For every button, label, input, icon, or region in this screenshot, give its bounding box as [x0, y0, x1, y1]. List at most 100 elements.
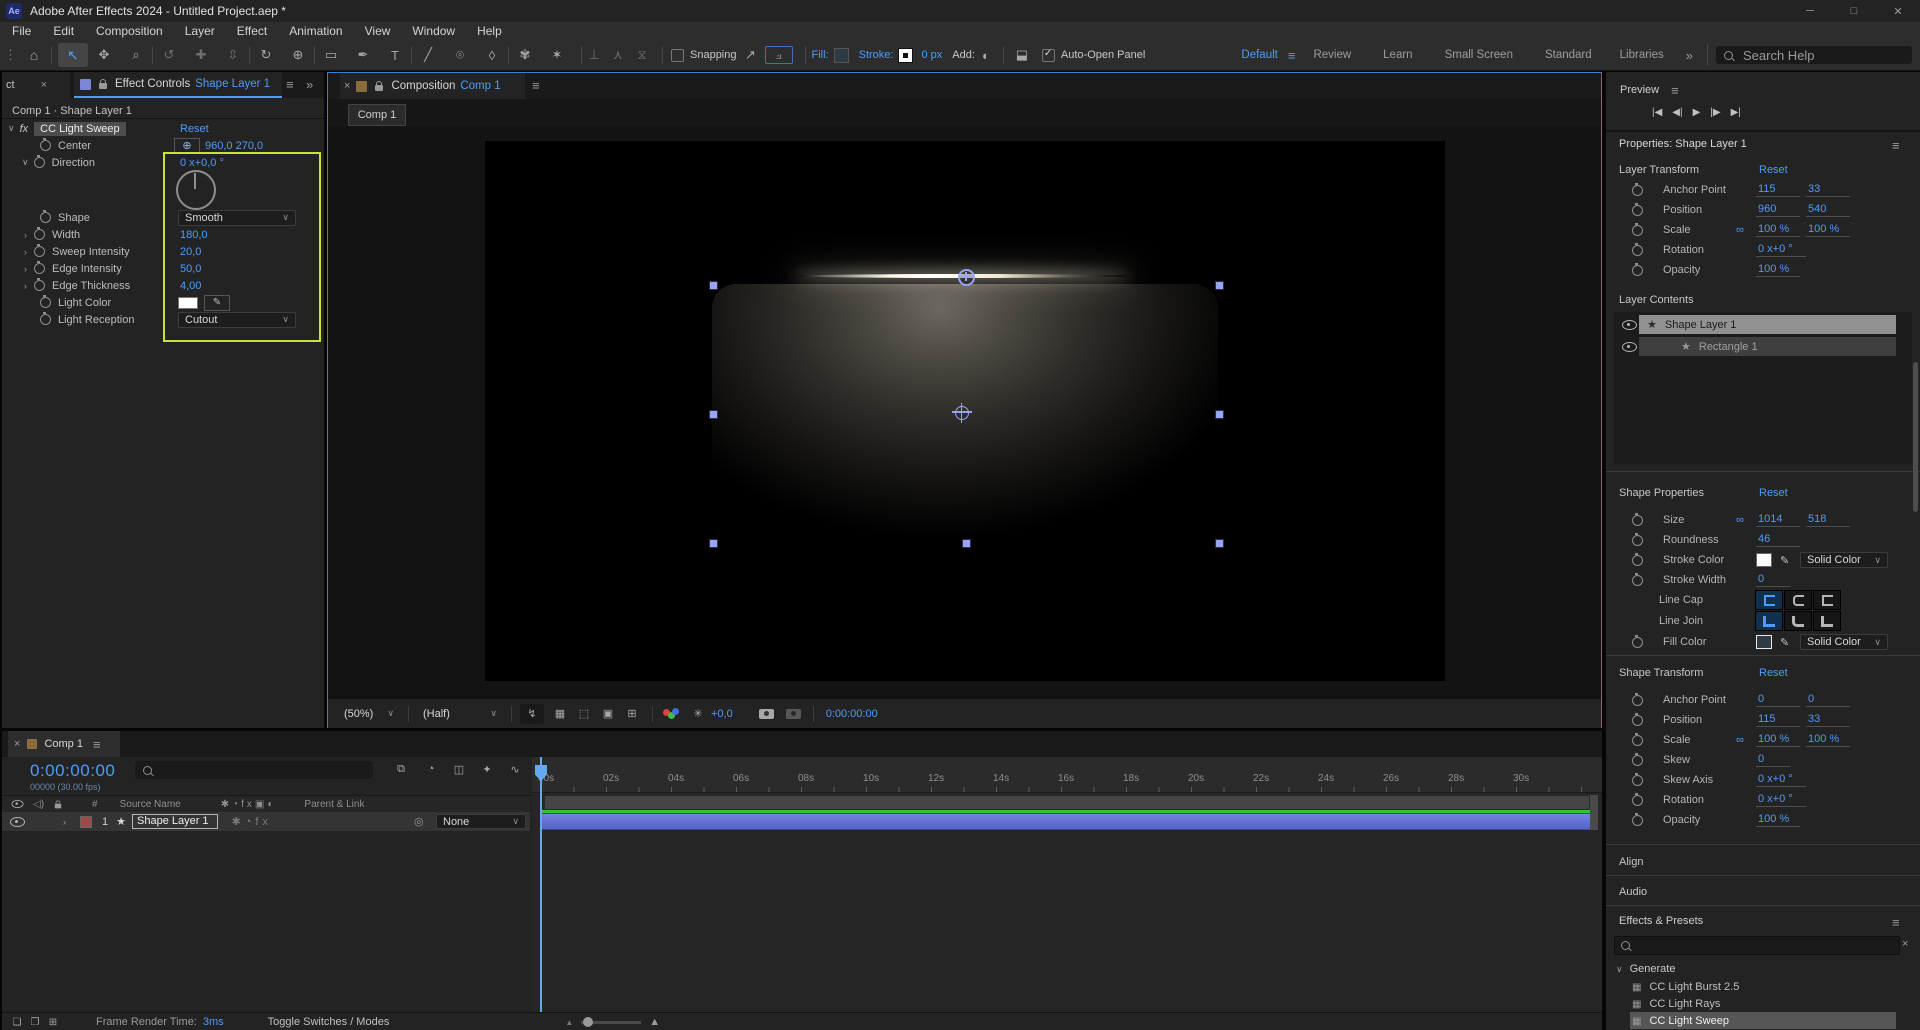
expand-in-out-icon[interactable]: ⊞: [44, 1017, 62, 1028]
snap-frame-icon[interactable]: ⟓: [765, 46, 793, 64]
expand-icon[interactable]: ›: [24, 247, 27, 257]
menu-edit[interactable]: Edit: [53, 24, 74, 38]
rotation-value[interactable]: 0 x+0 °: [1756, 243, 1806, 257]
layer-contents-item-rectangle[interactable]: ★ Rectangle 1: [1639, 337, 1896, 356]
zoom-slider-knob[interactable]: [583, 1017, 593, 1027]
selection-handle[interactable]: [709, 410, 718, 419]
stopwatch-icon[interactable]: [1632, 735, 1643, 746]
stopwatch-icon[interactable]: [40, 140, 51, 151]
audio-panel-header[interactable]: Audio: [1619, 886, 1647, 898]
exposure-value[interactable]: +0,0: [711, 708, 733, 720]
expand-transfer-controls-icon[interactable]: ❐: [26, 1017, 44, 1028]
snapping-checkbox[interactable]: [671, 49, 684, 62]
effect-item-cc-light-sweep[interactable]: CC Light Sweep: [1649, 1015, 1729, 1027]
effect-name[interactable]: CC Light Sweep: [34, 122, 126, 136]
timeline-search-input[interactable]: [135, 761, 373, 779]
current-time-display[interactable]: 0:00:00:00: [30, 761, 115, 781]
brush-tool[interactable]: ╱: [412, 47, 444, 63]
effect-controls-tab-label[interactable]: Effect Controls: [115, 78, 190, 90]
layer-label-color-chip[interactable]: [80, 816, 92, 828]
effects-presets-header[interactable]: Effects & Presets: [1619, 915, 1703, 927]
composition-viewport[interactable]: [328, 126, 1601, 698]
line-cap-butt-button[interactable]: [1755, 590, 1783, 610]
menu-effect[interactable]: Effect: [237, 24, 267, 38]
effect-expand-icon[interactable]: ∨: [8, 123, 15, 134]
stroke-label[interactable]: Stroke:: [859, 49, 894, 61]
time-ruler-area[interactable]: 00s 02s 04s 06s 08s 10s 12s 14s 16s 18s …: [532, 757, 1602, 1012]
eraser-tool[interactable]: ◊: [476, 48, 508, 63]
effect-reset-link[interactable]: Reset: [180, 123, 209, 135]
line-join-bevel-button[interactable]: [1813, 611, 1841, 631]
expand-layer-switches-icon[interactable]: ❏: [8, 1017, 26, 1028]
effect-controls-tab-target[interactable]: Shape Layer 1: [195, 78, 270, 90]
playhead[interactable]: [540, 757, 542, 1012]
layer-duration-bar[interactable]: [541, 813, 1593, 830]
lock-icon[interactable]: [99, 83, 107, 89]
effect-center-point[interactable]: [958, 269, 975, 286]
effect-item-cc-light-rays[interactable]: CC Light Rays: [1649, 998, 1720, 1010]
layer-contents-item-label[interactable]: Shape Layer 1: [1665, 319, 1737, 331]
viewer-tab-label[interactable]: Comp 1: [358, 109, 397, 121]
effects-presets-menu-icon[interactable]: ≡: [1892, 915, 1900, 930]
position-x-value[interactable]: 960: [1756, 203, 1800, 217]
magnification-dropdown[interactable]: (50%)∨: [338, 706, 400, 722]
shape-position-y-value[interactable]: 33: [1806, 713, 1850, 727]
effect-controls-panel-menu-icon[interactable]: ≡: [286, 77, 294, 92]
workspace-menu-icon[interactable]: ≡: [1288, 48, 1296, 63]
workspace-small-screen[interactable]: Small Screen: [1445, 49, 1513, 61]
search-help-input[interactable]: Search Help: [1716, 46, 1912, 64]
first-frame-button[interactable]: |◀: [1652, 107, 1662, 118]
resolution-dropdown[interactable]: (Half)∨: [417, 706, 503, 722]
layer-contents-item-label[interactable]: Rectangle 1: [1699, 341, 1758, 353]
shape-properties-reset[interactable]: Reset: [1759, 487, 1788, 499]
region-of-interest-icon[interactable]: ⬚: [572, 707, 596, 720]
stopwatch-icon[interactable]: [40, 297, 51, 308]
expand-icon[interactable]: ›: [24, 281, 27, 291]
play-button[interactable]: ▶: [1693, 107, 1701, 118]
viewer-timecode[interactable]: 0:00:00:00: [826, 708, 878, 720]
workspace-overflow-icon[interactable]: »: [1686, 48, 1693, 63]
stopwatch-icon[interactable]: [40, 314, 51, 325]
layer-contents-item-shape-layer[interactable]: ★ Shape Layer 1: [1639, 315, 1896, 334]
timeline-panel-menu-icon[interactable]: ≡: [93, 737, 101, 752]
opacity-value[interactable]: 100 %: [1756, 263, 1800, 277]
minimize-button[interactable]: ─: [1788, 5, 1832, 17]
fill-swatch[interactable]: [834, 48, 849, 63]
fill-color-mode-dropdown[interactable]: Solid Color∨: [1800, 634, 1888, 650]
project-tab-close-icon[interactable]: ×: [41, 79, 47, 91]
expand-icon[interactable]: ›: [24, 230, 27, 240]
anchor-y-value[interactable]: 33: [1806, 183, 1850, 197]
shape-anchor-x-value[interactable]: 0: [1756, 693, 1800, 707]
parent-pickwhip-icon[interactable]: ◎: [414, 815, 424, 828]
shape-opacity-value[interactable]: 100 %: [1756, 813, 1800, 827]
line-join-round-button[interactable]: [1784, 611, 1812, 631]
time-ruler[interactable]: 00s 02s 04s 06s 08s 10s 12s 14s 16s 18s …: [532, 757, 1602, 793]
layer-transform-reset[interactable]: Reset: [1759, 164, 1788, 176]
layer-expand-icon[interactable]: ›: [63, 817, 66, 827]
close-button[interactable]: ✕: [1876, 5, 1920, 18]
frame-blending-toggle-icon[interactable]: ◫: [448, 763, 470, 776]
workspace-review[interactable]: Review: [1313, 49, 1351, 61]
stopwatch-icon[interactable]: [34, 229, 45, 240]
menu-view[interactable]: View: [365, 24, 391, 38]
stopwatch-icon[interactable]: [1632, 555, 1643, 566]
toggle-switches-modes-button[interactable]: Toggle Switches / Modes: [268, 1016, 390, 1028]
stopwatch-icon[interactable]: [1632, 185, 1643, 196]
shape-scale-y-value[interactable]: 100 %: [1806, 733, 1850, 747]
scale-y-value[interactable]: 100 %: [1806, 223, 1850, 237]
project-tab-partial[interactable]: ct ×: [2, 72, 70, 98]
next-frame-button[interactable]: |▶: [1710, 107, 1720, 118]
stopwatch-icon[interactable]: [1632, 265, 1643, 276]
menu-window[interactable]: Window: [412, 24, 455, 38]
selection-handle[interactable]: [1215, 281, 1224, 290]
zoom-tool[interactable]: ⌕: [120, 47, 152, 63]
last-frame-button[interactable]: ▶|: [1731, 107, 1741, 118]
lock-icon[interactable]: [375, 85, 383, 91]
generate-group-expand-icon[interactable]: ∨: [1616, 964, 1623, 975]
effect-controls-tab[interactable]: Effect Controls Shape Layer 1: [74, 72, 282, 98]
fast-previews-icon[interactable]: ↯: [520, 704, 544, 724]
menu-layer[interactable]: Layer: [185, 24, 215, 38]
align-panel-header[interactable]: Align: [1619, 856, 1643, 868]
menu-composition[interactable]: Composition: [96, 24, 163, 38]
hand-tool[interactable]: ✥: [88, 47, 120, 63]
